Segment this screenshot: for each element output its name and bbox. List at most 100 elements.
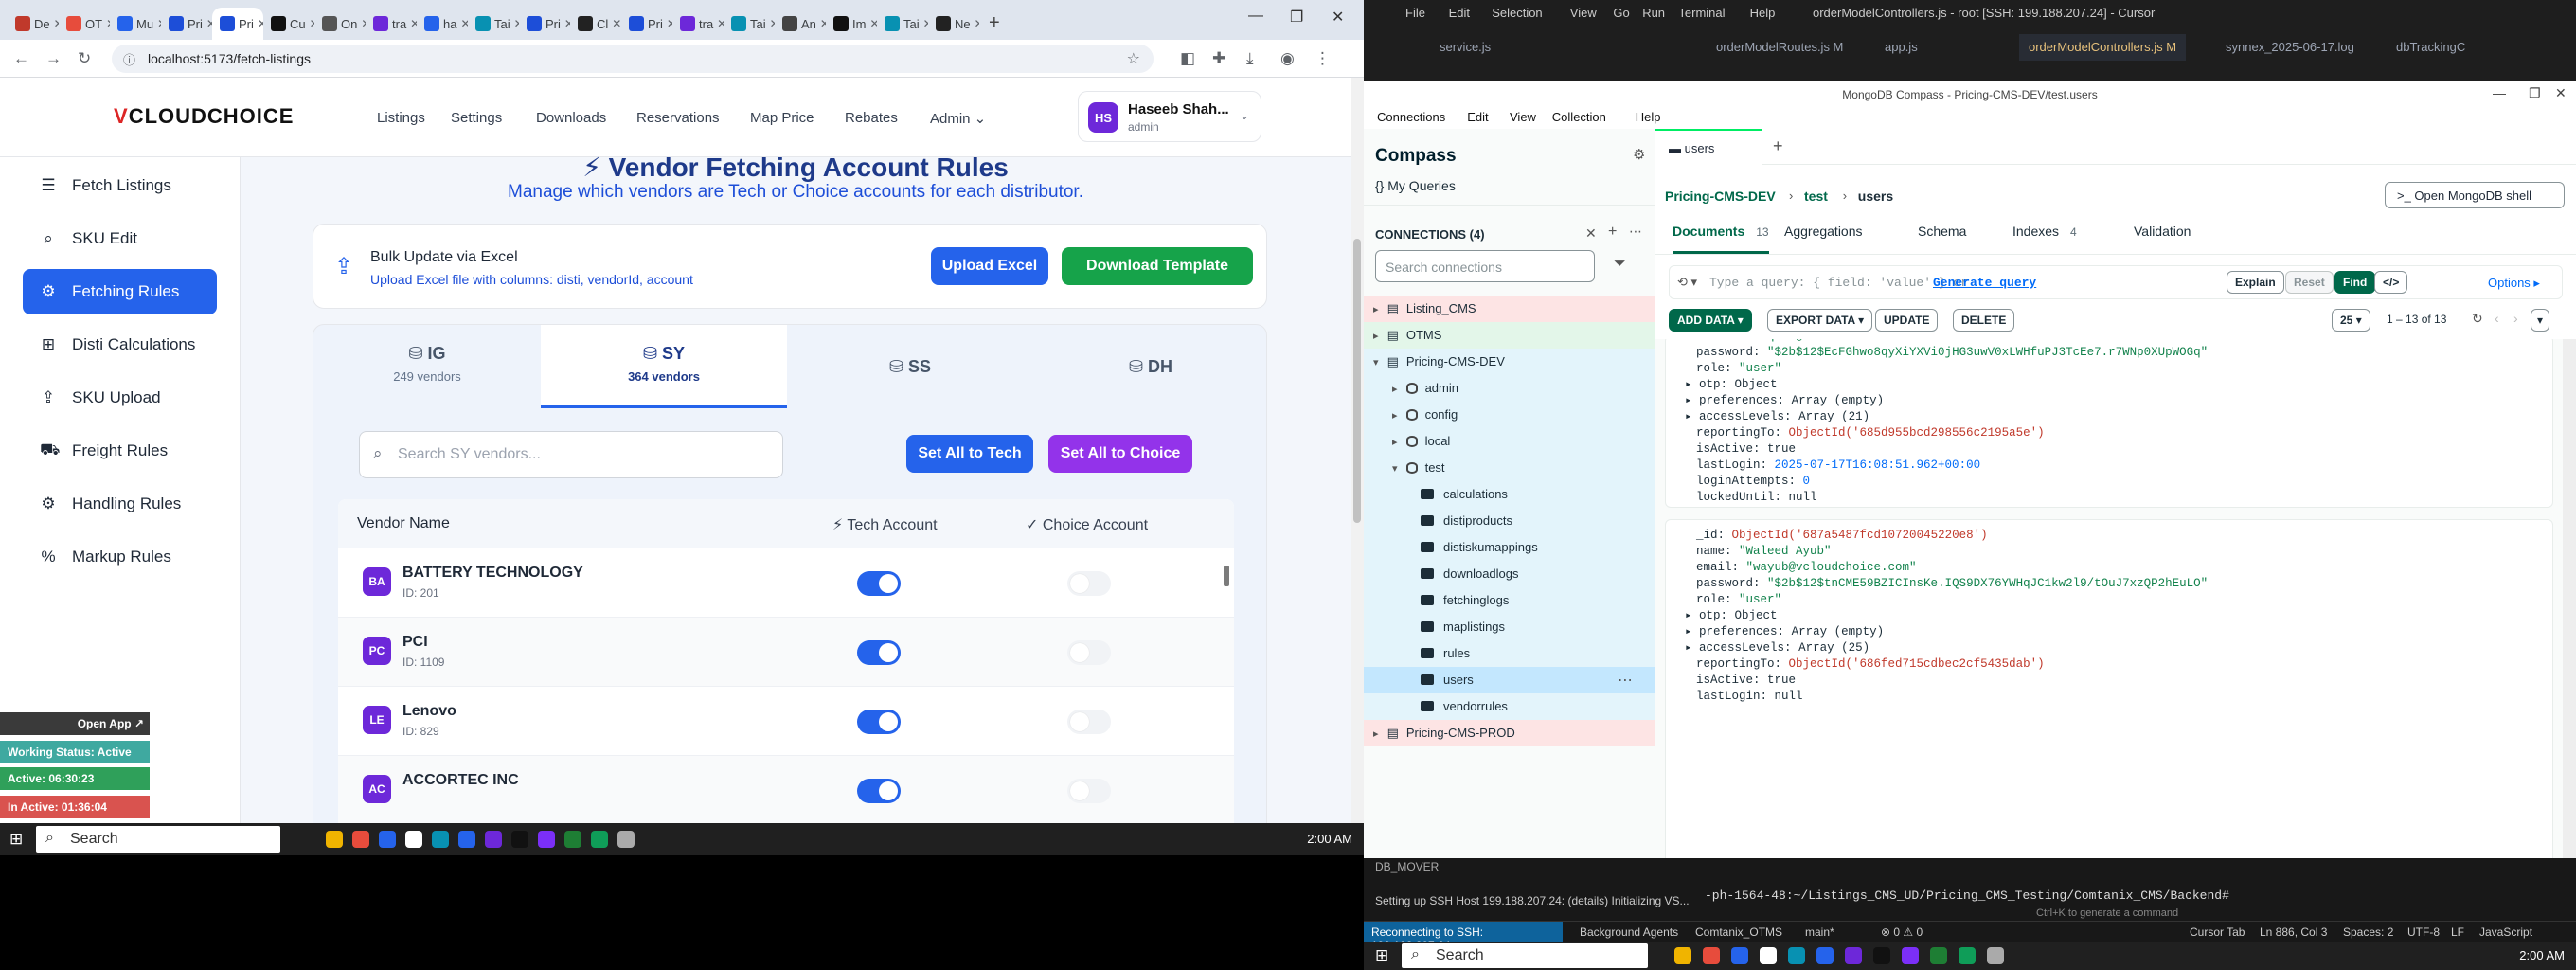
cursor-menu-item[interactable]: Run (1642, 6, 1665, 20)
tree-item-test[interactable]: ▾ test (1364, 455, 1655, 481)
cursor-tab-status[interactable]: Cursor Tab (2190, 925, 2245, 939)
cursor-menu-item[interactable]: File (1405, 6, 1425, 20)
taskbar-app-icon[interactable] (1873, 947, 1890, 964)
nav-listings[interactable]: Listings (377, 110, 425, 126)
sidebar-item-disti-calculations[interactable]: ⊞ Disti Calculations (23, 322, 217, 368)
chevron-down-icon[interactable]: ▾ (1392, 463, 1401, 475)
options-button[interactable]: Options ▸ (2488, 276, 2540, 291)
collapse-icon[interactable]: ✕ (1585, 225, 1597, 242)
new-tab-button[interactable]: + (979, 12, 1000, 40)
browser-tab[interactable]: Tai ✕ (877, 8, 928, 40)
tree-item-otms[interactable]: ▸ ▤ OTMS (1364, 322, 1655, 349)
taskbar-app-icon[interactable] (1760, 947, 1777, 964)
taskbar-app-icon[interactable] (617, 831, 635, 848)
sidebar-item-freight-rules[interactable]: ⛟ Freight Rules (23, 428, 217, 474)
cursor-menu-item[interactable]: View (1570, 6, 1597, 20)
subtab-documents[interactable]: Documents 13 (1673, 224, 1769, 254)
document-card[interactable]: email: "mlqbal@vcloudchoice.com"password… (1665, 339, 2553, 508)
browser-tab[interactable]: Tai ✕ (724, 8, 775, 40)
nav-admin[interactable]: Admin ⌄ (930, 110, 986, 127)
browser-tab[interactable]: An ✕ (775, 8, 826, 40)
compass-menu-item[interactable]: Edit (1467, 110, 1488, 124)
chevron-right-icon[interactable]: ▸ (1373, 728, 1382, 740)
sidebar-item-markup-rules[interactable]: % Markup Rules (23, 534, 217, 580)
browser-tab[interactable]: Mu✕ (110, 8, 161, 40)
find-button[interactable]: Find (2334, 271, 2376, 294)
user-menu[interactable]: HS Haseeb Shah... admin ⌄ (1078, 91, 1261, 142)
history-icon[interactable]: ⟲ ▾ (1677, 275, 1697, 290)
windows-start-icon[interactable]: ⊞ (1375, 946, 1388, 965)
tree-item-calculations[interactable]: calculations (1364, 481, 1655, 508)
browser-tab[interactable]: Ne ✕ (928, 8, 979, 40)
language-mode[interactable]: JavaScript (2479, 925, 2532, 939)
search-connections-input[interactable]: Search connections (1375, 250, 1595, 282)
delete-button[interactable]: DELETE (1953, 309, 2015, 332)
taskbar-app-icon[interactable] (485, 831, 502, 848)
tree-item-distiskumappings[interactable]: distiskumappings (1364, 534, 1655, 561)
editor-tab[interactable]: app.js (1875, 34, 1927, 61)
indentation[interactable]: Spaces: 2 (2343, 925, 2393, 939)
breadcrumb-item[interactable]: users (1858, 189, 1893, 204)
explain-button[interactable]: Explain (2227, 271, 2284, 294)
close-tab-icon[interactable]: ✕ (717, 17, 724, 30)
users-tab[interactable]: ▬ users (1655, 129, 1762, 165)
tree-item-local[interactable]: ▸ local (1364, 428, 1655, 455)
open-shell-button[interactable]: >_ Open MongoDB shell (2385, 182, 2565, 208)
sidebar-item-sku-edit[interactable]: ⌕ SKU Edit (23, 216, 217, 261)
tab-ig[interactable]: ⛁ IG 249 vendors (313, 325, 541, 408)
tree-item-downloadlogs[interactable]: downloadlogs (1364, 561, 1655, 587)
vendor-search-input[interactable]: ⌕ Search SY vendors... (359, 431, 783, 478)
sidebar-item-sku-upload[interactable]: ⇪ SKU Upload (23, 375, 217, 421)
chevron-right-icon[interactable]: ▸ (1373, 304, 1382, 315)
close-tab-icon[interactable]: ✕ (410, 17, 417, 30)
more-options-icon[interactable]: ⋯ (1618, 671, 1633, 690)
taskbar-app-icon[interactable] (1731, 947, 1748, 964)
browser-tab[interactable]: On✕ (314, 8, 366, 40)
browser-tab[interactable]: Pri ✕ (212, 8, 263, 40)
tree-item-distiproducts[interactable]: distiproducts (1364, 508, 1655, 534)
taskbar-app-icon[interactable] (1902, 947, 1919, 964)
taskbar-app-icon[interactable] (1959, 947, 1976, 964)
terminal-prompt[interactable]: -ph-1564-48:~/Listings_CMS_UD/Pricing_CM… (1705, 889, 2229, 903)
taskbar-app-icon[interactable] (511, 831, 528, 848)
git-branch[interactable]: main* (1805, 925, 1834, 939)
choice-account-toggle[interactable] (1067, 640, 1111, 665)
code-toggle-button[interactable]: </> (2374, 271, 2408, 294)
cursor-menu-item[interactable]: Edit (1449, 6, 1470, 20)
breadcrumb-item[interactable]: Pricing-CMS-DEV (1665, 189, 1776, 204)
browser-tab[interactable]: tra ✕ (366, 8, 417, 40)
close-tab-icon[interactable]: ✕ (460, 17, 468, 30)
add-data-button[interactable]: ADD DATA ▾ (1669, 309, 1752, 332)
browser-tab[interactable]: Pri ✕ (161, 8, 212, 40)
maximize-icon[interactable]: ❐ (2529, 85, 2541, 101)
subtab-schema[interactable]: Schema (1918, 224, 1966, 254)
tree-item-pricing-cms-prod[interactable]: ▸ ▤ Pricing-CMS-PROD (1364, 720, 1655, 746)
back-icon[interactable]: ← (13, 49, 29, 68)
cursor-menu-item[interactable]: Go (1613, 6, 1629, 20)
vcloudchoice-logo[interactable]: VCLOUDCHOICE (114, 104, 294, 129)
download-icon[interactable]: ⤓ (1246, 49, 1254, 68)
tab-dh[interactable]: ⛁ DH (1033, 325, 1266, 408)
export-data-button[interactable]: EXPORT DATA ▾ (1767, 309, 1873, 332)
tree-item-listing_cms[interactable]: ▸ ▤ Listing_CMS (1364, 296, 1655, 322)
documents-scrollbar[interactable] (2563, 339, 2576, 858)
close-tab-icon[interactable]: ✕ (612, 17, 621, 30)
taskbar-app-icon[interactable] (1788, 947, 1805, 964)
prev-page-icon[interactable]: ‹ (2495, 311, 2499, 326)
chevron-right-icon[interactable]: ▸ (1392, 437, 1401, 448)
new-tab-icon[interactable]: + (1773, 136, 1783, 156)
cursor-menu-item[interactable]: Terminal (1678, 6, 1725, 20)
tree-item-admin[interactable]: ▸ admin (1364, 375, 1655, 402)
choice-account-toggle[interactable] (1067, 710, 1111, 734)
taskbar-app-icon[interactable] (538, 831, 555, 848)
browser-tab[interactable]: tra ✕ (672, 8, 724, 40)
page-size-select[interactable]: 25 ▾ (2332, 309, 2370, 332)
taskbar-app-icon[interactable] (1816, 947, 1834, 964)
subtab-validation[interactable]: Validation (2134, 224, 2191, 254)
editor-tab[interactable]: service.js (1430, 34, 1500, 61)
tree-item-pricing-cms-dev[interactable]: ▾ ▤ Pricing-CMS-DEV (1364, 349, 1655, 375)
nav-settings[interactable]: Settings (451, 110, 502, 126)
page-scrollbar[interactable] (1351, 78, 1364, 823)
url-input[interactable]: ⓘ localhost:5173/fetch-listings ☆ (112, 45, 1154, 73)
cursor-menu-item[interactable]: Help (1750, 6, 1776, 20)
